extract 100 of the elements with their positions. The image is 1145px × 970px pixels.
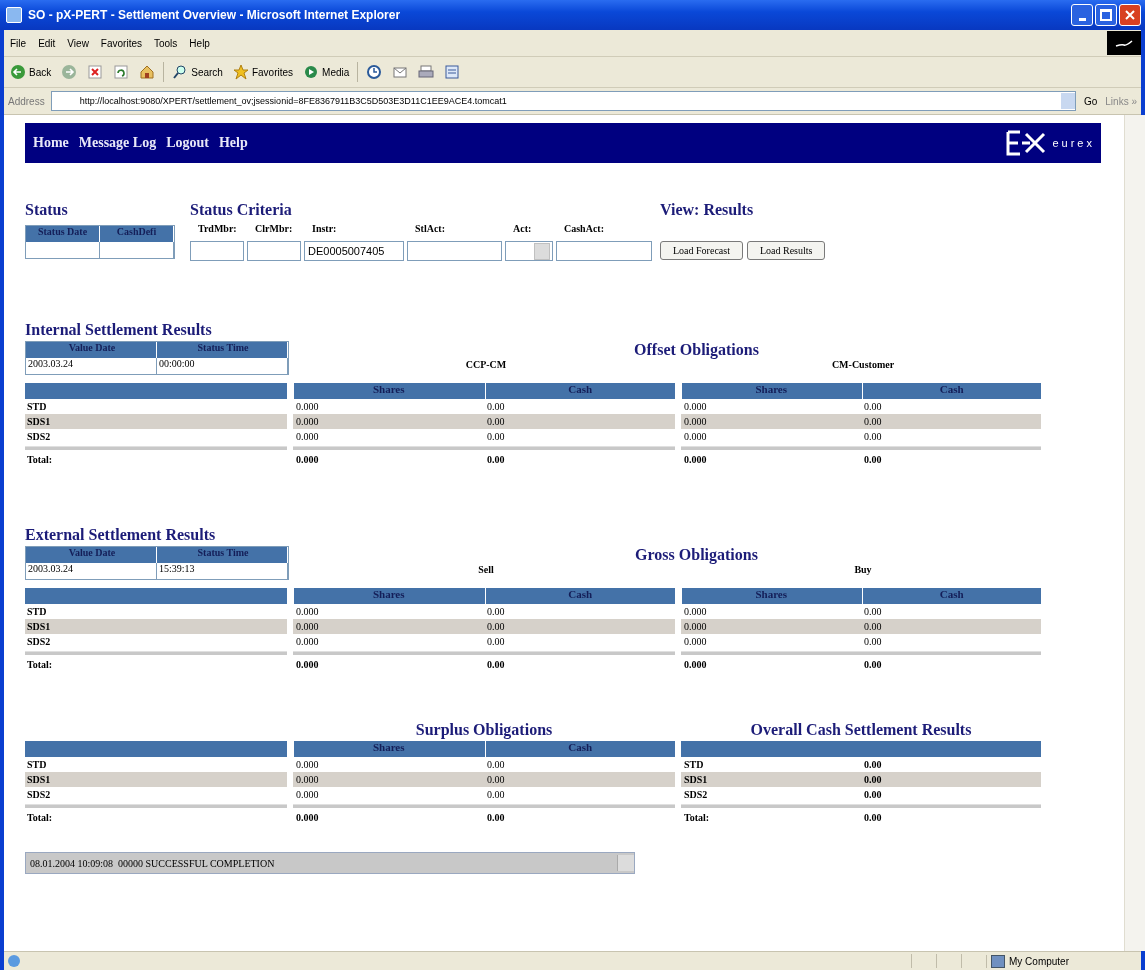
table-cell-text: 0.00	[863, 453, 883, 465]
table-cell-text: 0.00	[863, 606, 883, 617]
maximize-button[interactable]	[1095, 4, 1117, 26]
table-cell-text: 0.00	[863, 621, 883, 632]
table-cell: 2003.03.24	[26, 563, 157, 579]
section-heading: Overall Cash Settlement Results	[749, 721, 973, 739]
table-cell-text: SDS2	[26, 789, 52, 800]
input-field[interactable]: DE0005007405	[304, 241, 404, 261]
column-header: Status Date	[26, 226, 100, 242]
table-cell-text: 0.000	[683, 416, 708, 427]
table-cell-text: 0.00	[486, 416, 506, 427]
table-cell-text: Total:	[26, 453, 54, 465]
favorites-button[interactable]: Favorites	[230, 62, 296, 82]
window-title: SO - pX-PERT - Settlement Overview - Microsoft Internet Explorer	[28, 8, 402, 22]
group-label: Buy	[853, 564, 873, 575]
section-heading: External Settlement Results	[25, 526, 217, 544]
column-header: Cash	[861, 383, 1041, 399]
table-cell-text: 0.00	[863, 401, 883, 412]
group-label: CCP-CM	[464, 359, 508, 370]
table-cell-text: 0.00	[863, 759, 883, 770]
menu-item[interactable]: Favorites	[94, 37, 148, 49]
input-field[interactable]	[190, 241, 244, 261]
select-field[interactable]	[505, 241, 553, 261]
table-cell-text: 0.00	[486, 606, 506, 617]
table-cell: 2003.03.24	[26, 358, 157, 374]
input-field[interactable]	[556, 241, 652, 261]
section-heading: Status	[25, 201, 69, 219]
nav-link[interactable]: Help	[218, 135, 248, 151]
input-field[interactable]	[407, 241, 502, 261]
nav-link[interactable]: Message Log	[78, 135, 157, 151]
menu-item[interactable]: Help	[183, 37, 216, 49]
table-cell-text: 0.00	[863, 416, 883, 427]
column-header: Shares	[293, 741, 484, 757]
table-cell-text: 0.000	[683, 606, 708, 617]
column-header: Shares	[293, 588, 484, 604]
load-button[interactable]: Load Results	[746, 241, 826, 260]
column-header: Cash	[484, 383, 675, 399]
nav-link[interactable]: Home	[33, 135, 69, 151]
column-header: Shares	[293, 383, 484, 399]
table-cell-text: 0.00	[486, 774, 506, 785]
menu-item[interactable]: Tools	[148, 37, 184, 49]
back-button[interactable]: Back	[8, 62, 54, 82]
column-header: Status Time	[157, 342, 288, 358]
go-button[interactable]: Go	[1081, 95, 1100, 107]
table-cell-text: SDS1	[683, 774, 709, 785]
table-cell-text: 0.000	[295, 431, 320, 442]
table-cell: 15:39:13	[157, 563, 288, 579]
table-cell-text: STD	[26, 759, 48, 770]
table-cell-text: 0.000	[295, 416, 320, 427]
section-heading: Internal Settlement Results	[25, 321, 213, 339]
field-label: TrdMbr:	[197, 223, 238, 236]
field-label: Act:	[512, 223, 533, 236]
menu-item[interactable]: File	[4, 37, 33, 49]
close-button[interactable]	[1119, 4, 1141, 26]
table-cell-text: 0.00	[486, 789, 506, 800]
table-cell-text: SDS1	[26, 416, 52, 427]
column-header: Status Time	[157, 547, 288, 563]
star-icon	[232, 64, 249, 80]
play-icon	[303, 64, 320, 80]
table-cell-text: STD	[26, 401, 48, 412]
table-cell-text: 0.000	[683, 401, 708, 412]
table-cell-text: SDS2	[26, 431, 52, 442]
table-cell-text: 0.000	[295, 401, 320, 412]
table-cell-text: 0.000	[295, 636, 320, 647]
minimize-button[interactable]	[1071, 4, 1093, 26]
table-cell-text: 0.000	[683, 636, 708, 647]
load-button[interactable]: Load Forecast	[660, 241, 743, 260]
table-cell: 00:00:00	[157, 358, 288, 374]
page-icon	[8, 955, 20, 967]
section-heading: Gross Obligations	[634, 546, 759, 564]
table-cell-text: Total:	[683, 811, 711, 823]
input-field[interactable]	[247, 241, 301, 261]
search-button[interactable]: Search	[170, 62, 225, 82]
logo: eurex	[1006, 130, 1101, 156]
scrollbar[interactable]	[1124, 115, 1145, 951]
table-cell-text: 0.00	[863, 431, 883, 442]
table-cell-text: 0.00	[486, 621, 506, 632]
field-label: StlAct:	[414, 223, 446, 236]
media-button[interactable]: Media	[301, 62, 352, 82]
table-cell-text: 0.000	[295, 811, 320, 823]
nav-link[interactable]: Logout	[166, 135, 209, 151]
table-cell-text: STD	[683, 759, 705, 770]
section-heading: Status Criteria	[190, 201, 293, 219]
search-icon	[172, 64, 189, 80]
zone-label: My Computer	[1009, 955, 1069, 967]
menu-item[interactable]: View	[61, 37, 95, 49]
column-header: Cash	[484, 741, 675, 757]
field-label: Instr:	[311, 223, 338, 236]
section-heading: View: Results	[660, 201, 755, 219]
menu-item[interactable]: Edit	[32, 37, 62, 49]
table-cell-text: 0.00	[486, 636, 506, 647]
table-cell-text: 0.000	[295, 453, 320, 465]
column-header: Cash	[484, 588, 675, 604]
address-field[interactable]: http://localhost:9080/XPERT/settlement_ov;jsessionid=8FE8367911B3C5D503E3D11C1EE9ACE4.tomcat1	[50, 91, 1076, 111]
table-cell-text: 0.000	[683, 621, 708, 632]
group-label: CM-Customer	[830, 359, 896, 370]
table-cell-text: Total:	[26, 811, 54, 823]
table-cell-text: 0.000	[295, 606, 320, 617]
message-dropdown[interactable]: 08.01.2004 10:09:08 00000 SUCCESSFUL COMPLETION	[25, 852, 635, 874]
column-header: Value Date	[26, 547, 157, 563]
